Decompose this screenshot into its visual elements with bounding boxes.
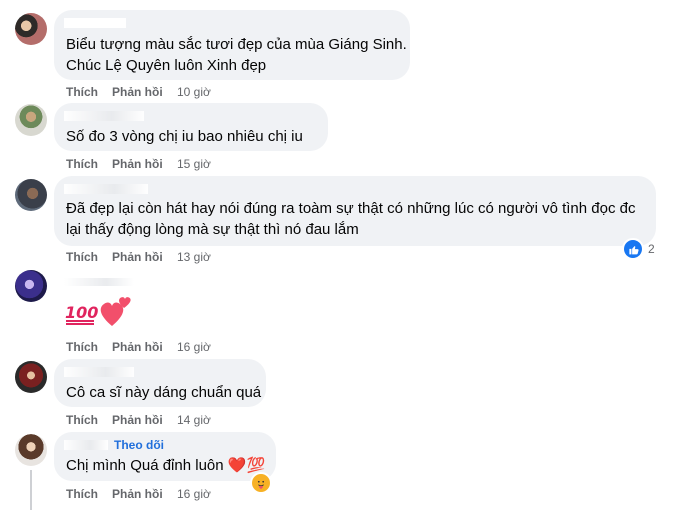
- timestamp[interactable]: 14 giờ: [177, 413, 211, 427]
- comment-actions: Thích Phản hồi 10 giờ: [66, 85, 211, 99]
- comment-text-line-1: Đã đẹp lại còn hát hay nói đúng ra toàm …: [66, 200, 636, 217]
- reply-button[interactable]: Phản hồi: [112, 340, 177, 354]
- author-name-redacted[interactable]: [64, 111, 144, 121]
- avatar[interactable]: [15, 179, 47, 211]
- author-name-redacted[interactable]: [64, 18, 126, 28]
- hundred-points-icon: 100: [65, 303, 98, 325]
- comment-text-line-1: Cô ca sĩ này dáng chuẩn quá: [66, 384, 262, 401]
- comment-actions: Thích Phản hồi 13 giờ: [66, 250, 211, 264]
- two-hearts-icon: [100, 297, 131, 326]
- like-button[interactable]: Thích: [66, 250, 112, 264]
- avatar[interactable]: [15, 104, 47, 136]
- comment-text-line-1: Số đo 3 vòng chị iu bao nhiêu chị iu: [66, 128, 303, 145]
- comment-actions: Thích Phản hồi 16 giờ: [66, 487, 211, 501]
- reply-button[interactable]: Phản hồi: [112, 85, 177, 99]
- comment-text-line-2: lại thấy động lòng mà sự thật thì nó đau…: [66, 221, 359, 238]
- timestamp[interactable]: 16 giờ: [177, 340, 211, 354]
- reaction-summary[interactable]: [250, 472, 272, 494]
- author-name-redacted[interactable]: [64, 440, 108, 450]
- comment-text-line-1: Chị mình Quá đỉnh luôn ❤️💯: [66, 457, 266, 474]
- like-button[interactable]: Thích: [66, 487, 112, 501]
- avatar[interactable]: [15, 270, 47, 302]
- follow-link[interactable]: Theo dõi: [114, 438, 164, 452]
- comment-bubble: Biểu tượng màu sắc tươi đẹp của mùa Gián…: [54, 10, 410, 80]
- like-button[interactable]: Thích: [66, 157, 112, 171]
- avatar[interactable]: [15, 361, 47, 393]
- reply-button[interactable]: Phản hồi: [112, 487, 177, 501]
- timestamp[interactable]: 13 giờ: [177, 250, 211, 264]
- avatar[interactable]: [15, 434, 47, 466]
- reply-button[interactable]: Phản hồi: [112, 157, 177, 171]
- comment-actions: Thích Phản hồi 16 giờ: [66, 340, 211, 354]
- svg-text:100: 100: [65, 303, 98, 322]
- author-name-redacted[interactable]: [64, 367, 134, 377]
- reaction-count: 2: [648, 242, 655, 256]
- timestamp[interactable]: 16 giờ: [177, 487, 211, 501]
- comment-actions: Thích Phản hồi 15 giờ: [66, 157, 211, 171]
- like-button[interactable]: Thích: [66, 85, 112, 99]
- author-name-redacted[interactable]: [64, 184, 148, 194]
- thread-line: [30, 470, 32, 510]
- care-reaction-icon: [250, 472, 272, 494]
- comment-bubble: Số đo 3 vòng chị iu bao nhiêu chị iu: [54, 103, 328, 151]
- comment-actions: Thích Phản hồi 14 giờ: [66, 413, 211, 427]
- comment-bubble: Theo dõi Chị mình Quá đỉnh luôn ❤️💯: [54, 432, 276, 481]
- comment-text-line-2: Chúc Lệ Quyên luôn Xinh đẹp: [66, 57, 267, 74]
- comment-bubble: Cô ca sĩ này dáng chuẩn quá: [54, 359, 266, 407]
- comment-bubble: Đã đẹp lại còn hát hay nói đúng ra toàm …: [54, 176, 656, 246]
- like-button[interactable]: Thích: [66, 413, 112, 427]
- timestamp[interactable]: 10 giờ: [177, 85, 211, 99]
- reaction-summary[interactable]: 2: [622, 238, 655, 260]
- reply-button[interactable]: Phản hồi: [112, 413, 177, 427]
- avatar[interactable]: [15, 13, 47, 45]
- like-button[interactable]: Thích: [66, 340, 112, 354]
- timestamp[interactable]: 15 giờ: [177, 157, 211, 171]
- reply-button[interactable]: Phản hồi: [112, 250, 177, 264]
- like-reaction-icon: [622, 238, 644, 260]
- author-name-redacted[interactable]: [64, 278, 134, 286]
- comment-text-line-1: Biểu tượng màu sắc tươi đẹp của mùa Gián…: [66, 36, 407, 53]
